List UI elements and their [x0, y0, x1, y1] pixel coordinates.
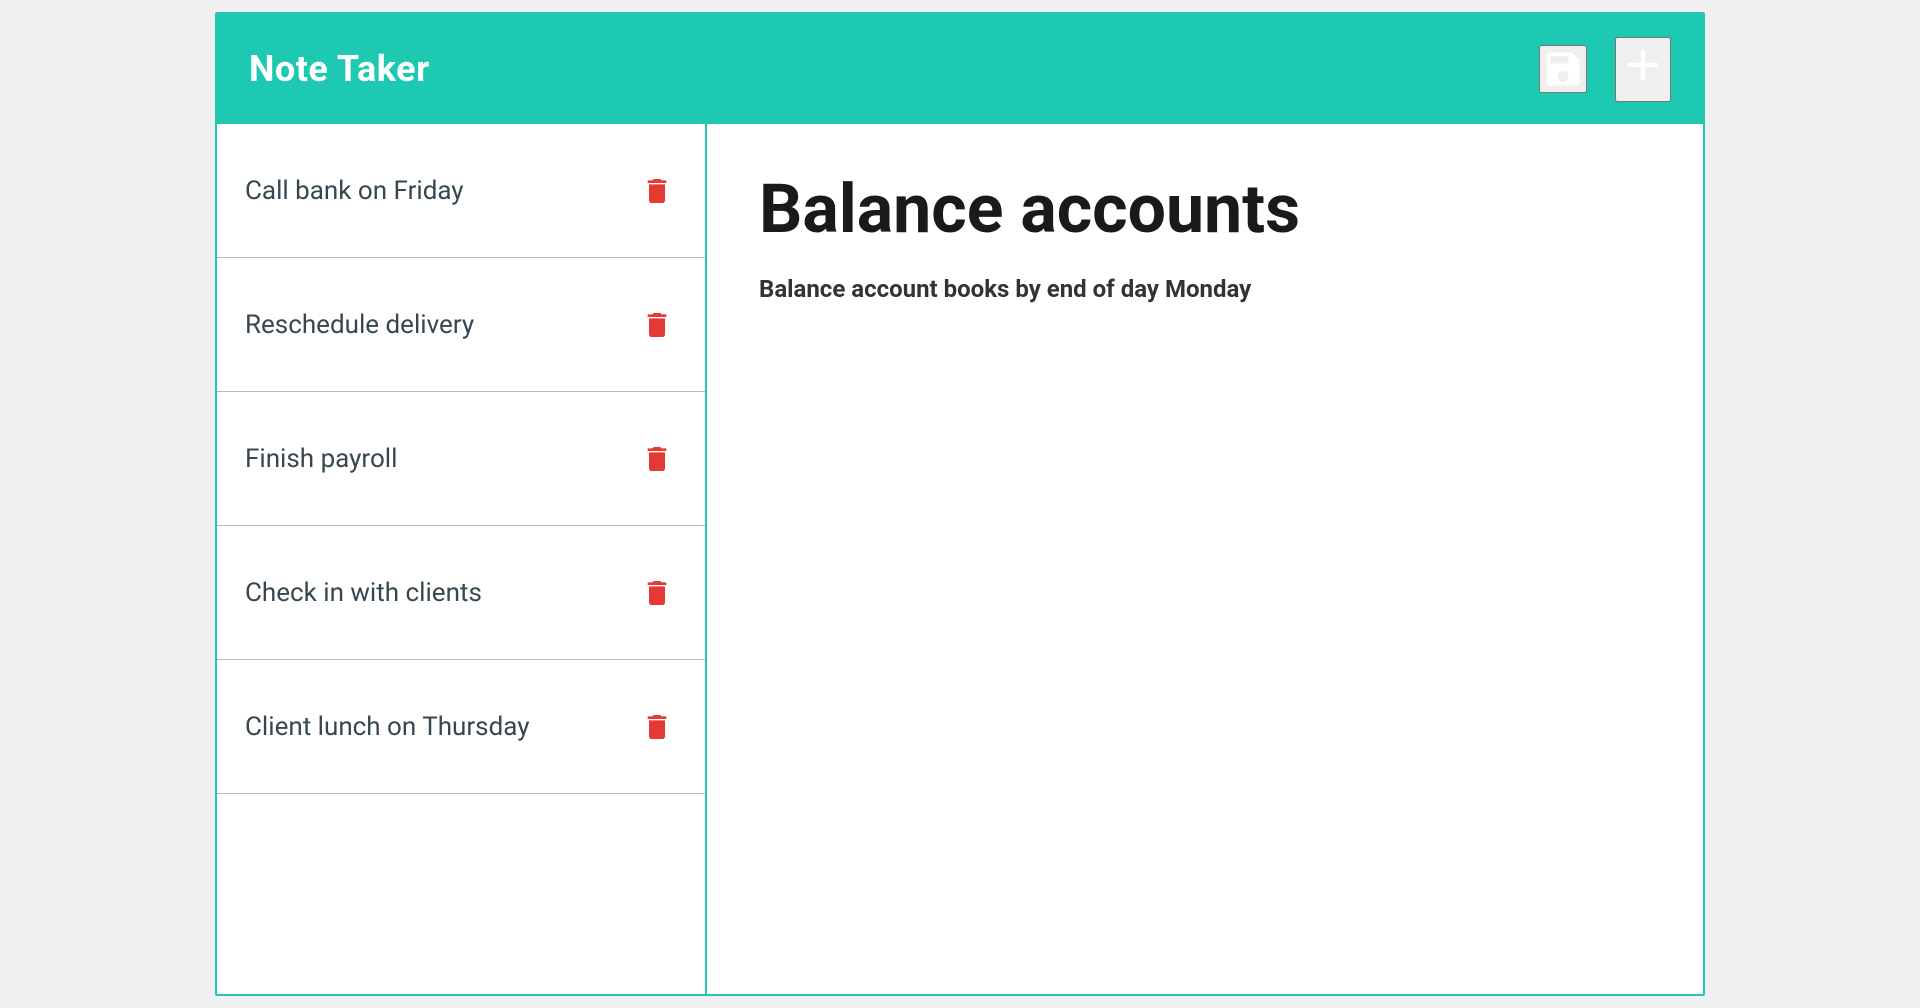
save-button[interactable]	[1539, 45, 1587, 93]
header-actions	[1539, 37, 1671, 102]
main-content: Call bank on Friday Reschedule delivery …	[217, 124, 1703, 994]
note-detail-body: Balance account books by end of day Mond…	[759, 275, 1651, 303]
note-detail-panel: Balance accounts Balance account books b…	[707, 124, 1703, 994]
list-item[interactable]: Reschedule delivery	[217, 258, 705, 392]
app-title: Note Taker	[249, 48, 430, 90]
list-item[interactable]: Finish payroll	[217, 392, 705, 526]
note-title: Call bank on Friday	[245, 176, 464, 206]
add-icon-svg	[1617, 39, 1669, 91]
empty-list-item	[217, 794, 705, 994]
list-item[interactable]: Client lunch on Thursday	[217, 660, 705, 794]
trash-icon	[641, 307, 673, 343]
delete-note-button[interactable]	[637, 437, 677, 481]
list-item[interactable]: Call bank on Friday	[217, 124, 705, 258]
add-note-button[interactable]	[1615, 37, 1671, 102]
note-title: Finish payroll	[245, 444, 397, 474]
trash-icon	[641, 709, 673, 745]
trash-icon	[641, 441, 673, 477]
save-icon-svg	[1541, 47, 1585, 91]
delete-note-button[interactable]	[637, 705, 677, 749]
delete-note-button[interactable]	[637, 303, 677, 347]
delete-note-button[interactable]	[637, 571, 677, 615]
delete-note-button[interactable]	[637, 169, 677, 213]
app-header: Note Taker	[217, 14, 1703, 124]
notes-sidebar: Call bank on Friday Reschedule delivery …	[217, 124, 707, 994]
trash-icon	[641, 173, 673, 209]
trash-icon	[641, 575, 673, 611]
note-title: Reschedule delivery	[245, 310, 474, 340]
note-title: Check in with clients	[245, 578, 482, 608]
note-title: Client lunch on Thursday	[245, 712, 530, 742]
list-item[interactable]: Check in with clients	[217, 526, 705, 660]
note-detail-title: Balance accounts	[759, 172, 1651, 247]
app-container: Note Taker Call bank on Friday	[215, 12, 1705, 996]
